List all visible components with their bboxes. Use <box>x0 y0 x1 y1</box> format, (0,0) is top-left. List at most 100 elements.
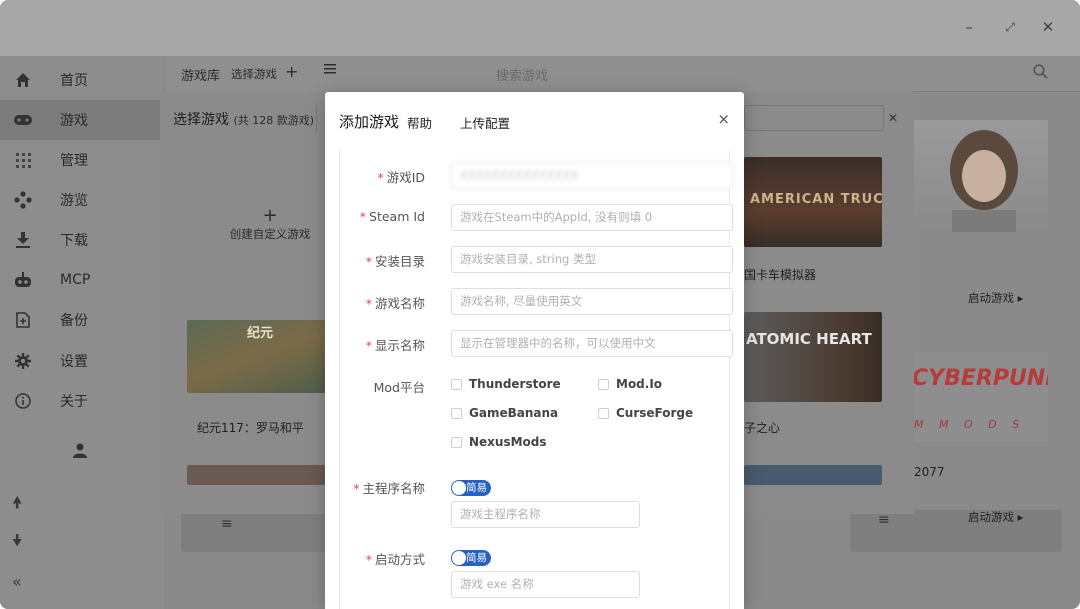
main-program-simple-toggle[interactable]: 简易 <box>451 480 491 496</box>
browse-icon <box>14 191 32 209</box>
game-name-input[interactable]: 游戏名称, 尽量使用英文 <box>451 288 733 315</box>
checkbox-box <box>451 436 462 448</box>
minimize-button[interactable]: – <box>955 14 983 40</box>
game-name: 子之心 <box>744 421 781 435</box>
sidebar-item-label: 下载 <box>60 233 88 249</box>
launch-game-button[interactable]: 启动游戏 ▸ <box>968 290 1023 306</box>
sidebar-item-label: 备份 <box>60 313 88 329</box>
sidebar-item-label: MCP <box>60 272 91 288</box>
grid-icon <box>14 151 32 169</box>
sidebar: 首页 游戏 管理 游览 下载 MCP 备份 设置 关于 🠝 🠟 « <box>0 56 164 609</box>
add-game-button[interactable]: + <box>285 62 298 81</box>
sidebar-item-mcp[interactable]: MCP <box>0 260 164 300</box>
display-name-input[interactable]: 显示在管理器中的名称，可以使用中文 <box>451 330 733 357</box>
sidebar-item-settings[interactable]: 设置 <box>0 341 164 381</box>
game-banner-next <box>744 465 882 485</box>
game-name: 纪元117：罗马和平 <box>197 421 304 435</box>
field-label-game-id: * 游戏ID <box>377 170 425 185</box>
main-header: 游戏库 选择游戏 + 搜索游戏 <box>166 56 1080 92</box>
search-input[interactable]: 搜索游戏 <box>496 65 548 84</box>
checkbox-curseforge[interactable]: CurseForge <box>598 406 693 420</box>
game-banner-next <box>187 465 327 485</box>
checkbox-thunderstore[interactable]: Thunderstore <box>451 377 561 391</box>
gear-icon <box>14 352 32 370</box>
field-label-install-dir: * 安装目录 <box>365 254 425 269</box>
sidebar-item-games[interactable]: 游戏 <box>0 100 164 140</box>
user-icon <box>73 443 87 458</box>
sidebar-item-download[interactable]: 下载 <box>0 220 164 260</box>
create-custom-game-button[interactable]: + 创建自定义游戏 <box>220 205 320 242</box>
launch-exe-input[interactable]: 游戏 exe 名称 <box>451 571 640 598</box>
steam-id-input[interactable]: 游戏在Steam中的AppId, 没有则填 0 <box>451 204 733 231</box>
checkbox-box <box>451 407 462 419</box>
tab-help[interactable]: 帮助 <box>407 113 432 132</box>
banner-text: AMERICAN TRUCK <box>750 192 882 207</box>
backup-icon <box>14 311 32 329</box>
scroll-up-icon[interactable]: 🠝 <box>12 492 22 519</box>
select-search-input[interactable] <box>744 105 884 131</box>
sidebar-item-about[interactable]: 关于 <box>0 381 164 421</box>
search-icon[interactable] <box>1033 64 1048 83</box>
checkbox-box <box>598 378 609 390</box>
sidebar-item-label: 关于 <box>60 394 88 410</box>
gamepad-icon <box>14 111 32 129</box>
collapse-sidebar-icon[interactable]: « <box>12 572 22 591</box>
game-banner-truck[interactable]: AMERICAN TRUCK <box>744 157 882 247</box>
sidebar-item-label: 游戏 <box>60 113 88 129</box>
close-dialog-button[interactable]: × <box>717 110 730 128</box>
game-name: 国卡车模拟器 <box>744 268 817 282</box>
list-view-icon[interactable] <box>324 63 336 79</box>
banner-text: CYBERPUNK <box>914 366 1048 391</box>
field-label-mod-platform: Mod平台 <box>373 380 425 395</box>
checkbox-nexusmods[interactable]: NexusMods <box>451 435 547 449</box>
select-game-link[interactable]: 选择游戏 <box>231 66 277 82</box>
bg-game-card: ≡ <box>850 510 1062 552</box>
scroll-down-icon[interactable]: 🠟 <box>12 530 22 557</box>
game-banner-anno[interactable]: 纪元 <box>187 320 327 393</box>
sidebar-item-label: 首页 <box>60 73 88 89</box>
main-program-input[interactable]: 游戏主程序名称 <box>451 501 640 528</box>
app-window: – ⤢ ✕ 首页 游戏 管理 游览 下载 MCP 备份 设置 关于 🠝 🠟 « … <box>0 0 1080 609</box>
add-game-form: * 游戏ID XXXXXXXXXXXXXXX * Steam Id 游戏在Steam… <box>339 150 733 609</box>
banner-text: 纪元 <box>247 326 274 341</box>
home-icon <box>14 71 32 89</box>
download-icon <box>14 231 32 249</box>
game-banner-cyberpunk[interactable]: CYBERPUNK M M O D S <box>914 352 1048 442</box>
banner-text: ATOMIC HEART <box>746 330 872 348</box>
sidebar-item-manage[interactable]: 管理 <box>0 140 164 180</box>
tab-upload-config[interactable]: 上传配置 <box>460 113 510 132</box>
checkbox-box <box>451 378 462 390</box>
field-label-launch-method: * 启动方式 <box>365 552 425 567</box>
game-banner-atomic[interactable]: ATOMIC HEART <box>744 312 882 402</box>
plus-icon: + <box>262 205 278 226</box>
maximize-button[interactable]: ⤢ <box>996 14 1024 40</box>
toggle-knob <box>452 481 466 495</box>
sidebar-item-home[interactable]: 首页 <box>0 60 164 100</box>
title-bar: – ⤢ ✕ <box>0 0 1080 56</box>
game-name: 2077 <box>914 465 945 479</box>
checkbox-gamebanana[interactable]: GameBanana <box>451 406 558 420</box>
launch-method-simple-toggle[interactable]: 简易 <box>451 550 491 566</box>
close-window-button[interactable]: ✕ <box>1034 14 1062 40</box>
sidebar-item-label: 管理 <box>60 153 88 169</box>
select-game-title: 选择游戏 (共 128 款游戏) <box>173 112 315 128</box>
sidebar-item-browse[interactable]: 游览 <box>0 180 164 220</box>
sidebar-item-label: 游览 <box>60 193 88 209</box>
install-dir-input[interactable]: 游戏安装目录, string 类型 <box>451 246 733 273</box>
user-avatar[interactable] <box>72 442 88 462</box>
add-game-title: 添加游戏 <box>339 113 400 131</box>
game-id-input[interactable]: XXXXXXXXXXXXXXX <box>451 162 733 189</box>
toggle-knob <box>452 551 466 565</box>
select-close-button[interactable]: ✕ <box>888 111 898 125</box>
game-banner-portrait[interactable] <box>914 120 1048 232</box>
launch-game-button[interactable]: 启动游戏 ▸ <box>968 509 1023 525</box>
field-label-game-name: * 游戏名称 <box>365 296 425 311</box>
create-custom-label: 创建自定义游戏 <box>229 227 311 241</box>
checkbox-box <box>598 407 609 419</box>
library-title: 游戏库 <box>181 69 221 84</box>
sidebar-item-label: 设置 <box>60 354 88 370</box>
sidebar-item-backup[interactable]: 备份 <box>0 300 164 340</box>
checkbox-modio[interactable]: Mod.Io <box>598 377 662 391</box>
field-label-steam-id: * Steam Id <box>359 209 425 224</box>
field-label-main-program: * 主程序名称 <box>353 481 425 496</box>
